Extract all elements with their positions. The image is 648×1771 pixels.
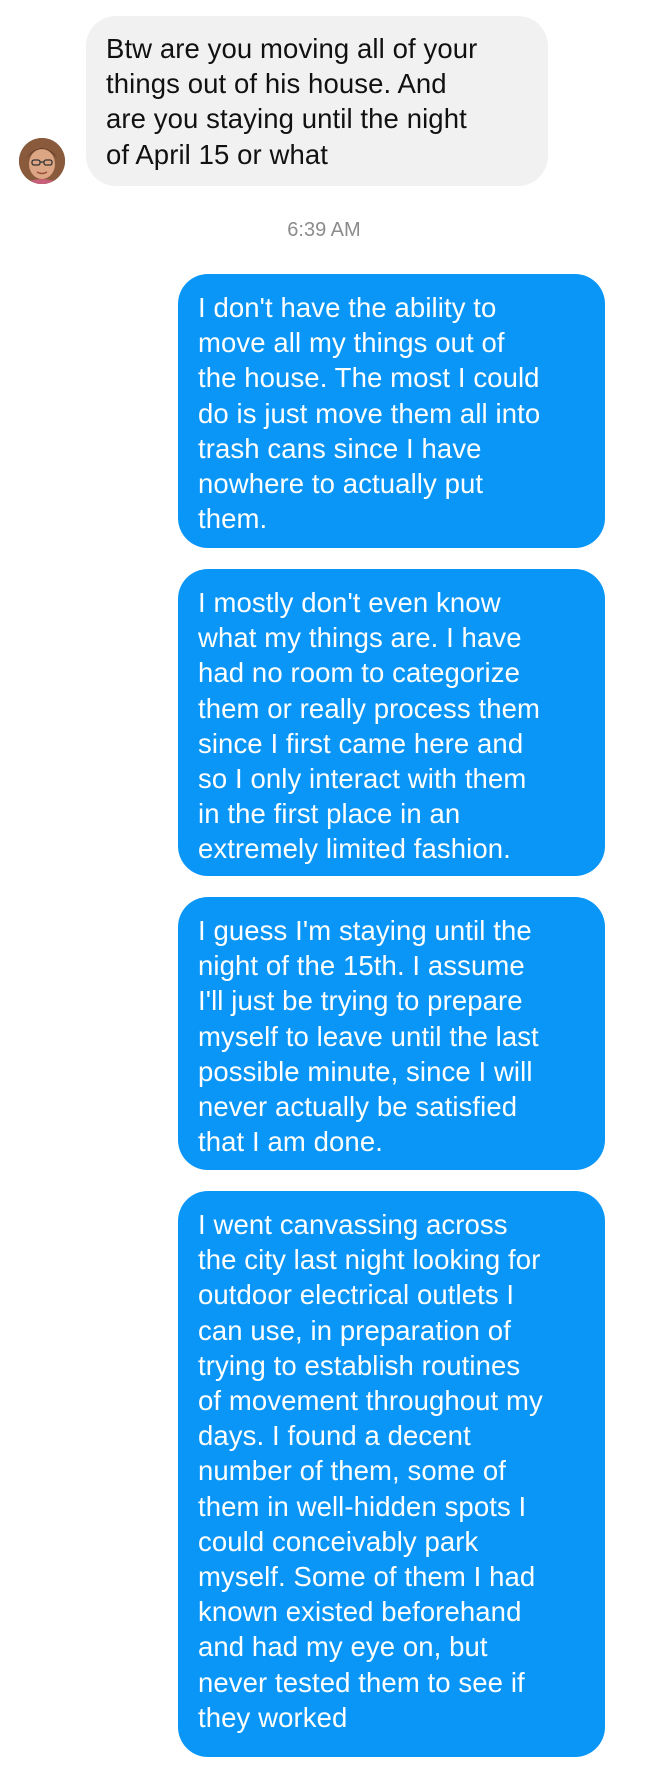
outgoing-message-bubble[interactable]: I guess I'm staying until the night of t…: [178, 897, 605, 1170]
outgoing-message-bubble[interactable]: I don't have the ability to move all my …: [178, 274, 605, 548]
outgoing-message-bubble[interactable]: I went canvassing across the city last n…: [178, 1191, 605, 1757]
message-timestamp: 6:39 AM: [287, 219, 361, 241]
message-thread: Btw are you moving all of your things ou…: [0, 0, 648, 1771]
outgoing-message-bubble[interactable]: I mostly don't even know what my things …: [178, 569, 605, 876]
incoming-message-bubble[interactable]: Btw are you moving all of your things ou…: [86, 16, 548, 186]
user-avatar-icon[interactable]: [19, 138, 65, 184]
incoming-message-row: Btw are you moving all of your things ou…: [0, 16, 648, 186]
